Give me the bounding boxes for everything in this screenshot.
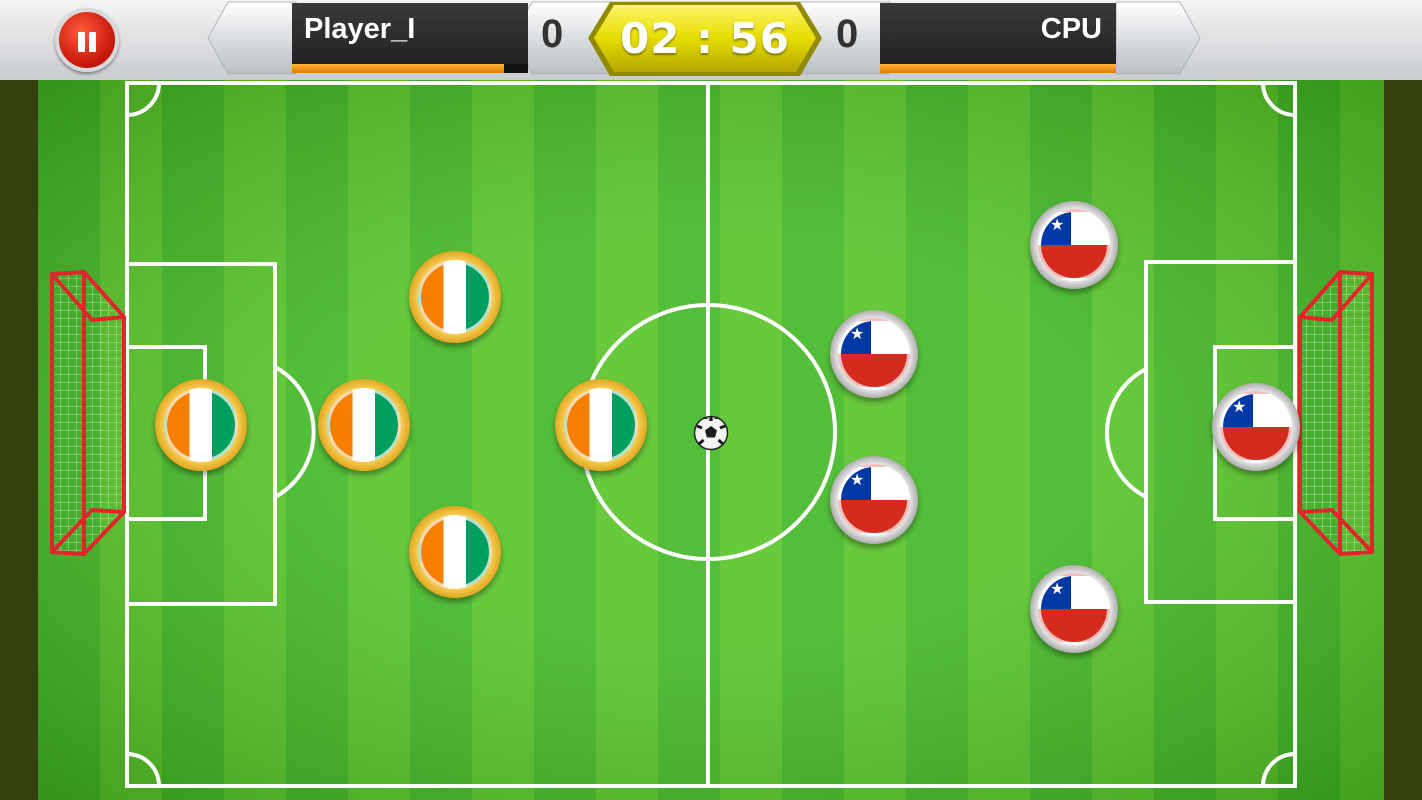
player-power-fill bbox=[292, 64, 505, 73]
star-icon: ★ bbox=[850, 470, 865, 489]
chile-flag-icon: ★ bbox=[1220, 391, 1292, 463]
player-power-bar bbox=[292, 64, 528, 73]
pause-icon bbox=[78, 32, 85, 52]
cpu-disc-forward-bottom[interactable]: ★ bbox=[830, 456, 918, 544]
cpu-disc-bottom[interactable]: ★ bbox=[1030, 565, 1118, 653]
ivory-coast-flag-icon bbox=[164, 388, 238, 462]
cpu-name: CPU bbox=[1040, 13, 1102, 45]
cpu-disc-top[interactable]: ★ bbox=[1030, 201, 1118, 289]
star-icon: ★ bbox=[1050, 579, 1065, 598]
ivory-coast-flag-icon bbox=[564, 388, 638, 462]
cpu-power-bar bbox=[880, 64, 1116, 73]
player-name: Player_I bbox=[304, 13, 416, 45]
cpu-score: 0 bbox=[836, 12, 859, 56]
star-icon: ★ bbox=[1050, 215, 1065, 234]
cpu-disc-forward-top[interactable]: ★ bbox=[830, 310, 918, 398]
star-icon: ★ bbox=[1232, 397, 1247, 416]
pause-icon-bar bbox=[89, 32, 96, 52]
cpu-disc-goalkeeper[interactable]: ★ bbox=[1212, 383, 1300, 471]
player-disc-midfielder-top[interactable] bbox=[409, 251, 501, 343]
goal-right bbox=[1298, 270, 1374, 556]
cpu-power-fill bbox=[880, 64, 1116, 73]
pause-button[interactable] bbox=[55, 8, 119, 72]
chile-flag-icon: ★ bbox=[1038, 573, 1110, 645]
ivory-coast-flag-icon bbox=[327, 388, 401, 462]
goal-left bbox=[50, 270, 126, 556]
player-panel: Player_I bbox=[292, 3, 528, 73]
player-score: 0 bbox=[541, 12, 564, 56]
soccer-ball-icon[interactable] bbox=[693, 415, 729, 451]
cpu-panel: CPU bbox=[880, 3, 1116, 73]
left-sideline-strip bbox=[0, 80, 38, 800]
timer-text: 02 : 56 bbox=[620, 14, 790, 63]
chile-flag-icon: ★ bbox=[838, 318, 910, 390]
chile-flag-icon: ★ bbox=[838, 464, 910, 536]
right-sideline-strip bbox=[1384, 80, 1422, 800]
match-timer: 02 : 56 bbox=[600, 2, 810, 74]
player-disc-striker[interactable] bbox=[555, 379, 647, 471]
chile-flag-icon: ★ bbox=[1038, 209, 1110, 281]
player-disc-goalkeeper[interactable] bbox=[155, 379, 247, 471]
star-icon: ★ bbox=[850, 324, 865, 343]
player-disc-midfielder-bottom[interactable] bbox=[409, 506, 501, 598]
player-disc-defender[interactable] bbox=[318, 379, 410, 471]
ivory-coast-flag-icon bbox=[418, 260, 492, 334]
scoreboard-bar: Player_I CPU 0 0 02 : 56 bbox=[0, 0, 1422, 80]
ivory-coast-flag-icon bbox=[418, 515, 492, 589]
